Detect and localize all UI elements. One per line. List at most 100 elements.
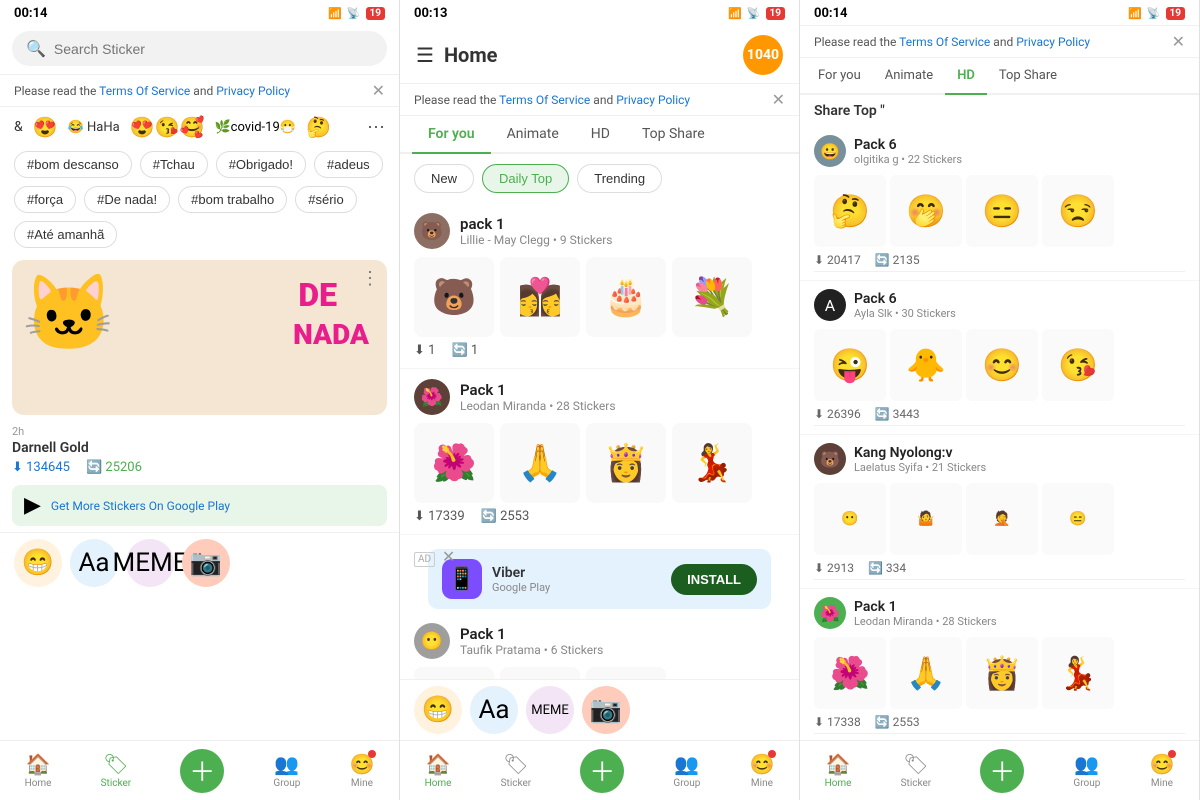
hashtag-serio[interactable]: #sério xyxy=(295,186,356,213)
hashtag-bom-descanso[interactable]: #bom descanso xyxy=(14,151,132,178)
panel-home: 00:13 📶 📡 19 ☰ Home 1040 Please read the… xyxy=(400,0,800,800)
nav-home-1[interactable]: 🏠 Home xyxy=(25,752,52,789)
sticker-2-2[interactable]: 🙏 xyxy=(500,423,580,503)
sticker-icon-emoji-2[interactable]: 😁 xyxy=(414,686,462,734)
notice-text-1: Please read the xyxy=(14,84,96,98)
tab3-hd[interactable]: HD xyxy=(945,58,987,95)
notice-close-1[interactable]: ✕ xyxy=(372,81,385,100)
hashtag-forca[interactable]: #força xyxy=(14,186,76,213)
notice-close-3[interactable]: ✕ xyxy=(1172,32,1185,51)
pack3-sh-2: 🔄 3443 xyxy=(875,407,920,421)
card-more-icon[interactable]: ⋮ xyxy=(361,268,379,289)
sticker3-3-4[interactable]: 😑 xyxy=(1042,483,1114,555)
status-time-2: 00:13 xyxy=(414,6,448,21)
hashtag-bom-trabalho[interactable]: #bom trabalho xyxy=(178,186,287,213)
sticker-icon-meme-2[interactable]: MEME xyxy=(526,686,574,734)
sticker-icon-camera-2[interactable]: 📷 xyxy=(582,686,630,734)
privacy-link-2[interactable]: Privacy Policy xyxy=(616,93,690,107)
notice-close-2[interactable]: ✕ xyxy=(772,90,785,109)
sticker-2-3[interactable]: 👸 xyxy=(586,423,666,503)
tab-hd[interactable]: HD xyxy=(575,116,626,154)
terms-link-1[interactable]: Terms Of Service xyxy=(99,84,190,98)
nav-sticker-3[interactable]: 🏷 Sticker xyxy=(901,752,932,789)
ad-close[interactable]: ✕ xyxy=(442,547,455,566)
emoji-covid[interactable]: 🌿covid-19😷 xyxy=(214,120,296,135)
hashtag-denada[interactable]: #De nada! xyxy=(84,186,170,213)
nav-mine-2[interactable]: 😊 Mine xyxy=(749,752,774,789)
sticker3-1-1[interactable]: 🤔 xyxy=(814,175,886,247)
tab-top-share[interactable]: Top Share xyxy=(626,116,721,154)
nav-group-1[interactable]: 👥 Group xyxy=(273,752,300,789)
nav-mine-1[interactable]: 😊 Mine xyxy=(349,752,374,789)
nav-group-3[interactable]: 👥 Group xyxy=(1073,752,1100,789)
nav-mine-3[interactable]: 😊 Mine xyxy=(1149,752,1174,789)
sticker-icon-camera[interactable]: 📷 xyxy=(182,539,230,587)
terms-link-3[interactable]: Terms Of Service xyxy=(899,35,990,49)
status-icons-2: 📶 📡 19 xyxy=(728,7,785,20)
sticker3-4-4[interactable]: 💃 xyxy=(1042,637,1114,709)
user-avatar[interactable]: 1040 xyxy=(743,35,783,75)
sticker3-2-3[interactable]: 😊 xyxy=(966,329,1038,401)
tab3-for-you[interactable]: For you xyxy=(806,58,873,95)
gplay-banner[interactable]: ▶ Get More Stickers On Google Play xyxy=(12,485,387,526)
nav-home-2[interactable]: 🏠 Home xyxy=(425,752,452,789)
sticker-1-1[interactable]: 🐻 xyxy=(414,257,494,337)
filter-new[interactable]: New xyxy=(414,164,474,193)
nav-home-3[interactable]: 🏠 Home xyxy=(825,752,852,789)
sticker3-3-3[interactable]: 🤦 xyxy=(966,483,1038,555)
tab-animate[interactable]: Animate xyxy=(491,116,575,154)
sticker3-3-1[interactable]: 😶 xyxy=(814,483,886,555)
sticker3-1-2[interactable]: 🤭 xyxy=(890,175,962,247)
sticker-1-3[interactable]: 🎂 xyxy=(586,257,666,337)
emoji-love[interactable]: 😍😘🥰 xyxy=(130,115,205,139)
sticker3-1-4[interactable]: 😒 xyxy=(1042,175,1114,247)
tab3-top-share[interactable]: Top Share xyxy=(987,58,1069,95)
sticker-1-2[interactable]: 👩‍❤️‍💋‍👩 xyxy=(500,257,580,337)
hashtag-adeus[interactable]: #adeus xyxy=(314,151,383,178)
sticker3-2-2[interactable]: 🐥 xyxy=(890,329,962,401)
nav-add-btn-3[interactable]: ＋ xyxy=(980,749,1024,793)
sticker-icon-meme[interactable]: MEME xyxy=(126,539,174,587)
sticker-2-1[interactable]: 🌺 xyxy=(414,423,494,503)
privacy-link-1[interactable]: Privacy Policy xyxy=(216,84,290,98)
privacy-link-3[interactable]: Privacy Policy xyxy=(1016,35,1090,49)
emoji-more-icon[interactable]: ⋯ xyxy=(367,117,385,138)
pack-meta-1: Lillie - May Clegg • 9 Stickers xyxy=(460,233,785,247)
terms-link-2[interactable]: Terms Of Service xyxy=(499,93,590,107)
hashtag-ate-amanha[interactable]: #Até amanhã xyxy=(14,221,117,248)
sticker3-4-1[interactable]: 🌺 xyxy=(814,637,886,709)
pack-stickers-2: 🌺 🙏 👸 💃 xyxy=(414,423,785,503)
hamburger-icon[interactable]: ☰ xyxy=(416,43,434,67)
sticker-icon-aa[interactable]: Aa xyxy=(70,539,118,587)
nav-add-btn-1[interactable]: ＋ xyxy=(180,749,224,793)
nav-add-btn-2[interactable]: ＋ xyxy=(580,749,624,793)
pack3-stickers-1: 🤔 🤭 😑 😒 xyxy=(814,175,1185,247)
emoji-think[interactable]: 🤔 xyxy=(306,115,331,139)
search-bar[interactable]: 🔍 xyxy=(12,31,387,66)
sticker-icon-emoji[interactable]: 😁 xyxy=(14,539,62,587)
nav-sticker-1[interactable]: 🏷 Sticker xyxy=(101,752,132,789)
sticker3-4-3[interactable]: 👸 xyxy=(966,637,1038,709)
ad-info: Viber Google Play xyxy=(492,565,661,594)
filter-daily-top[interactable]: Daily Top xyxy=(482,164,569,193)
gplay-link[interactable]: Get More Stickers On Google Play xyxy=(51,499,230,513)
hashtag-obrigado[interactable]: #Obrigado! xyxy=(216,151,306,178)
install-button[interactable]: INSTALL xyxy=(671,564,757,595)
sticker-icon-aa-2[interactable]: Aa xyxy=(470,686,518,734)
sticker-1-4[interactable]: 💐 xyxy=(672,257,752,337)
sticker-2-4[interactable]: 💃 xyxy=(672,423,752,503)
emoji-face[interactable]: 😍 xyxy=(33,115,58,139)
tab-for-you[interactable]: For you xyxy=(412,116,491,154)
sticker3-2-1[interactable]: 😜 xyxy=(814,329,886,401)
sticker3-4-2[interactable]: 🙏 xyxy=(890,637,962,709)
search-input[interactable] xyxy=(54,41,373,57)
hashtag-tchau[interactable]: #Tchau xyxy=(140,151,208,178)
filter-trending[interactable]: Trending xyxy=(577,164,662,193)
nav-sticker-2[interactable]: 🏷 Sticker xyxy=(501,752,532,789)
tab3-animate[interactable]: Animate xyxy=(873,58,945,95)
sticker3-3-2[interactable]: 🤷 xyxy=(890,483,962,555)
sticker3-1-3[interactable]: 😑 xyxy=(966,175,1038,247)
nav-group-2[interactable]: 👥 Group xyxy=(673,752,700,789)
sticker3-2-4[interactable]: 😘 xyxy=(1042,329,1114,401)
haha-emoji[interactable]: 😂 HaHa xyxy=(68,120,120,135)
